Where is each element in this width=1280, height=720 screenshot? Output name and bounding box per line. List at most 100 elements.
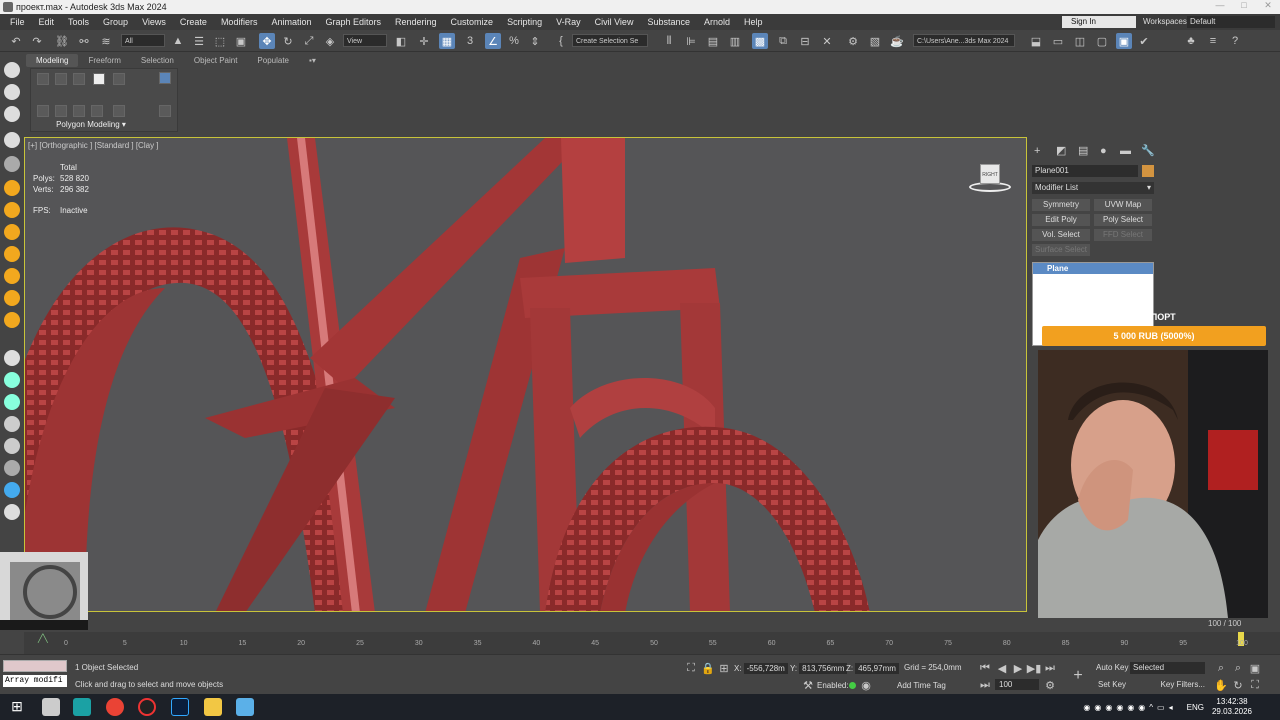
material-editor-icon[interactable]: ✕ <box>819 33 835 49</box>
menu-vray[interactable]: V-Ray <box>549 14 588 30</box>
grow-icon[interactable] <box>55 105 67 117</box>
pin-icon[interactable] <box>159 105 171 117</box>
cylinder-icon[interactable] <box>4 224 20 240</box>
ribbon-options-icon[interactable]: ▪▾ <box>299 54 326 67</box>
menu-rendering[interactable]: Rendering <box>388 14 444 30</box>
maximize-button[interactable]: □ <box>1232 0 1256 11</box>
play-icon[interactable]: ▶ <box>1010 660 1026 676</box>
menu-views[interactable]: Views <box>135 14 173 30</box>
menu-graph-editors[interactable]: Graph Editors <box>318 14 388 30</box>
poly-select-button[interactable]: Poly Select <box>1094 214 1152 226</box>
teapot-icon[interactable] <box>4 268 20 284</box>
hierarchy-icon[interactable] <box>4 106 20 122</box>
spinner-snap-icon[interactable]: ⇕ <box>527 33 543 49</box>
check-icon[interactable]: ✔ <box>1136 33 1152 49</box>
time-tag-toggle-icon[interactable]: ◉ <box>858 677 874 693</box>
keyboard-shortcut-icon[interactable]: ▦ <box>439 33 455 49</box>
project-folder-icon[interactable]: ⬓ <box>1028 33 1044 49</box>
mirror-icon[interactable]: ⫴ <box>661 33 677 49</box>
prev-frame-icon[interactable]: ◀ <box>994 660 1010 676</box>
maxscript-listener[interactable] <box>3 660 67 672</box>
unlink-icon[interactable]: ⚯ <box>76 33 92 49</box>
loop-icon[interactable] <box>113 105 125 117</box>
viewport-label[interactable]: [+] [Orthographic ] [Standard ] [Clay ] <box>28 141 159 150</box>
x-coordinate[interactable]: X: -556,728m <box>734 663 788 674</box>
figure-icon[interactable] <box>4 394 20 410</box>
select-by-name-icon[interactable]: ☰ <box>191 33 207 49</box>
render-production-icon[interactable]: ☕ <box>889 33 905 49</box>
lock-icon[interactable]: 🔒 <box>700 660 716 676</box>
move-icon[interactable]: ✥ <box>259 33 275 49</box>
menu-edit[interactable]: Edit <box>32 14 62 30</box>
orbit-icon[interactable]: ↻ <box>1230 677 1246 693</box>
timeline-toggle-icon[interactable]: ╱╲ <box>38 634 48 643</box>
box-icon[interactable] <box>4 180 20 196</box>
element-icon[interactable] <box>113 73 125 85</box>
display-icon[interactable] <box>4 156 20 172</box>
uvw-map-button[interactable]: UVW Map <box>1094 199 1152 211</box>
chrome-taskbar-icon[interactable] <box>106 698 124 716</box>
symmetry-button[interactable]: Symmetry <box>1032 199 1090 211</box>
ribbon-toggle-icon[interactable] <box>159 72 171 84</box>
menu-tools[interactable]: Tools <box>61 14 96 30</box>
y-value[interactable]: 813,756mm <box>799 663 848 674</box>
key-selection-select[interactable]: Selected <box>1130 662 1205 674</box>
goto-start-icon[interactable]: ⏮ <box>977 660 993 676</box>
goto-end-icon[interactable]: ⏭ <box>1042 660 1058 676</box>
sphere-icon[interactable] <box>4 202 20 218</box>
ring-icon[interactable] <box>91 105 103 117</box>
windows-start-icon[interactable]: ⊞ <box>8 698 26 716</box>
toggle-scene-explorer-icon[interactable]: ▤ <box>705 33 721 49</box>
command-panel-toggle-icon[interactable]: ▣ <box>1116 33 1132 49</box>
timeline[interactable]: ╱╲ 0 5 10 15 20 25 30 35 40 45 50 55 60 65 70 75 80 85 90 9… <box>24 632 1280 654</box>
pivot-icon[interactable]: ◧ <box>393 33 409 49</box>
edit-named-selection-icon[interactable]: { <box>553 33 569 49</box>
current-frame-field[interactable]: 100 <box>995 679 1039 690</box>
curve-editor-icon[interactable]: ⧉ <box>775 33 791 49</box>
key-mode-icon[interactable]: ⏭ <box>977 677 993 693</box>
shrink-icon[interactable] <box>73 105 85 117</box>
selection-filter[interactable]: All <box>121 34 165 47</box>
minimize-button[interactable]: — <box>1208 0 1232 11</box>
tab-populate[interactable]: Populate <box>247 54 299 67</box>
time-config-icon[interactable]: ⚙ <box>1042 677 1058 693</box>
pan-icon[interactable]: ✋ <box>1213 677 1229 693</box>
app-taskbar-icon[interactable] <box>236 698 254 716</box>
vol-select-button[interactable]: Vol. Select <box>1032 229 1090 241</box>
browser-taskbar-icon[interactable] <box>42 698 60 716</box>
particles-icon[interactable] <box>4 482 20 498</box>
maxscript-input[interactable]: Array modifi <box>3 675 67 687</box>
next-frame-icon[interactable]: ▶▮ <box>1026 660 1042 676</box>
open-explorer-icon[interactable]: ▭ <box>1050 33 1066 49</box>
menu-modifiers[interactable]: Modifiers <box>214 14 265 30</box>
settings-icon[interactable] <box>4 504 20 520</box>
menu-substance[interactable]: Substance <box>640 14 697 30</box>
window-layout-icon[interactable]: ◫ <box>1072 33 1088 49</box>
object-name-field[interactable]: Plane001 <box>1032 165 1138 177</box>
motion-icon[interactable] <box>4 132 20 148</box>
menu-group[interactable]: Group <box>96 14 135 30</box>
viewcube[interactable]: RIGHT <box>965 160 1015 194</box>
motion-tab-icon[interactable]: ● <box>1100 145 1112 157</box>
surface-select-button[interactable]: Surface Select <box>1032 244 1090 256</box>
reference-coordinate-select[interactable]: View <box>343 34 387 47</box>
x-value[interactable]: -556,728m <box>743 663 788 674</box>
close-button[interactable]: ✕ <box>1256 0 1280 11</box>
sign-in-dropdown[interactable]: Sign In <box>1062 16 1136 28</box>
percent-snap-icon[interactable]: % <box>506 33 522 49</box>
auto-key-button[interactable]: Auto Key <box>1096 663 1128 672</box>
menu-scripting[interactable]: Scripting <box>500 14 549 30</box>
cube-icon[interactable] <box>4 350 20 366</box>
clock[interactable]: 13:42:38 29.03.2026 <box>1212 697 1252 717</box>
window-crossing-icon[interactable]: ▣ <box>233 33 249 49</box>
menu-arnold[interactable]: Arnold <box>697 14 737 30</box>
tab-selection[interactable]: Selection <box>131 54 184 67</box>
language-indicator[interactable]: ENG <box>1187 703 1204 712</box>
menu-customize[interactable]: Customize <box>444 14 501 30</box>
ffd-select-button[interactable]: FFD Select <box>1094 229 1152 241</box>
utilities-tab-icon[interactable]: 🔧 <box>1141 145 1155 157</box>
create-icon[interactable] <box>4 62 20 78</box>
toggle-ribbon-icon[interactable]: ▩ <box>752 33 768 49</box>
z-coordinate[interactable]: Z: 465,97mm <box>846 663 899 674</box>
menu-help[interactable]: Help <box>737 14 770 30</box>
